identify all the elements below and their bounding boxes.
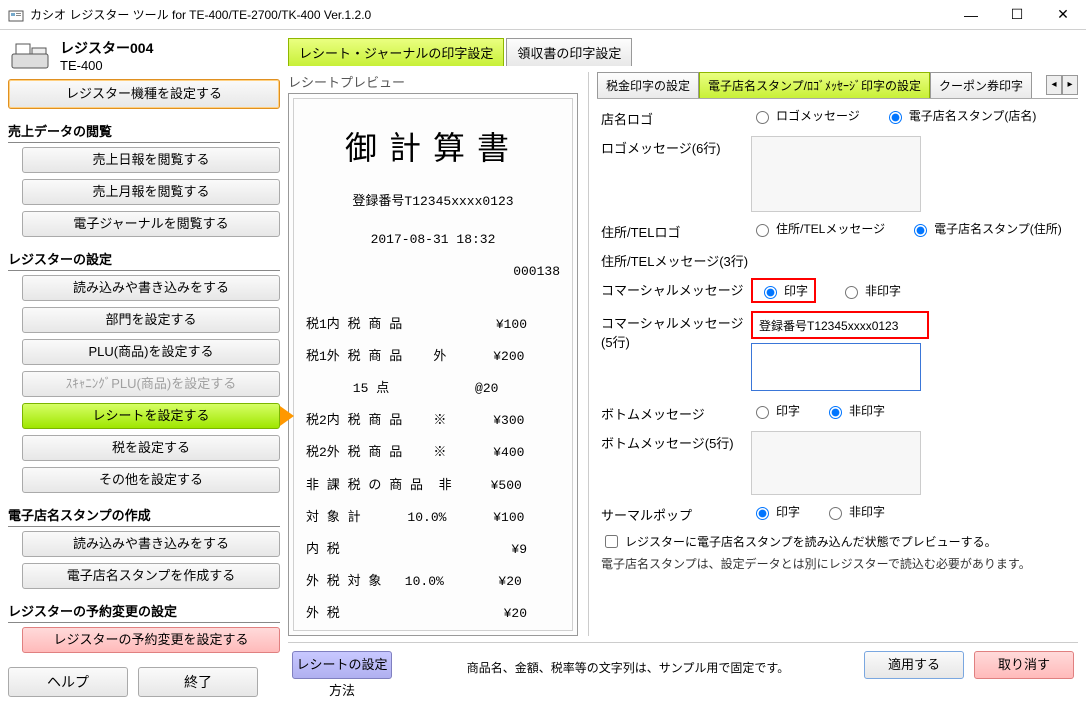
scanplu-button: ｽｷｬﾆﾝｸﾞPLU(商品)を設定する — [22, 371, 280, 397]
receipt-button[interactable]: レシートを設定する — [22, 403, 280, 429]
reserve-button[interactable]: レジスターの予約変更を設定する — [22, 627, 280, 653]
tax-button[interactable]: 税を設定する — [22, 435, 280, 461]
tab-scroll-left[interactable]: ◂ — [1046, 75, 1062, 95]
apply-button[interactable]: 適用する — [864, 651, 964, 679]
set-model-button[interactable]: レジスター機種を設定する — [8, 79, 280, 109]
preview-note: 電子店名スタンプは、設定データとは別にレジスターで読込む必要があります。 — [601, 555, 1074, 572]
radio-commercial-noprint[interactable] — [845, 286, 858, 299]
label-bottom-msg: ボトムメッセージ — [601, 402, 751, 423]
label-store-logo: 店名ロゴ — [601, 107, 751, 128]
monthly-report-button[interactable]: 売上月報を閲覧する — [22, 179, 280, 205]
plu-button[interactable]: PLU(商品)を設定する — [22, 339, 280, 365]
readwrite-button[interactable]: 読み込みや書き込みをする — [22, 275, 280, 301]
section-browse: 売上データの閲覧 — [8, 121, 280, 143]
tab-receipt-slip[interactable]: 領収書の印字設定 — [506, 38, 632, 66]
label-commercial-5: コマーシャルメッセージ(5行) — [601, 311, 751, 351]
section-settings: レジスターの設定 — [8, 249, 280, 271]
label-logo-message-6: ロゴメッセージ(6行) — [601, 136, 751, 157]
radio-bottom-print[interactable] — [756, 406, 769, 419]
preview-checkbox[interactable] — [605, 535, 618, 548]
minimize-button[interactable]: — — [948, 0, 994, 30]
preview-checkbox-label: レジスターに電子店名スタンプを読み込んだ状態でプレビューする。 — [625, 533, 997, 550]
ejournal-button[interactable]: 電子ジャーナルを閲覧する — [22, 211, 280, 237]
label-commercial: コマーシャルメッセージ — [601, 278, 751, 299]
label-thermal: サーマルポップ — [601, 503, 751, 524]
tab-scroll-right[interactable]: ▸ — [1062, 75, 1078, 95]
daily-report-button[interactable]: 売上日報を閲覧する — [22, 147, 280, 173]
radio-addr-stamp[interactable] — [914, 224, 927, 237]
commercial-textarea[interactable] — [751, 343, 921, 391]
radio-thermal-print[interactable] — [756, 507, 769, 520]
radio-logo-message[interactable] — [756, 111, 769, 124]
label-bottom-msg5: ボトムメッセージ(5行) — [601, 431, 751, 452]
window-title: カシオ レジスター ツール for TE-400/TE-2700/TK-400 … — [30, 6, 948, 23]
radio-bottom-noprint[interactable] — [829, 406, 842, 419]
cancel-button[interactable]: 取り消す — [974, 651, 1074, 679]
howto-button[interactable]: レシートの設定方法 — [292, 651, 392, 679]
bottom-message-box — [751, 431, 921, 495]
section-reserve: レジスターの予約変更の設定 — [8, 601, 280, 623]
section-stamp: 電子店名スタンプの作成 — [8, 505, 280, 527]
selected-indicator-icon — [280, 406, 294, 426]
register-icon — [8, 40, 52, 72]
subtab-coupon[interactable]: クーポン券印字 — [930, 72, 1032, 98]
close-button[interactable]: ✕ — [1040, 0, 1086, 30]
radio-thermal-noprint[interactable] — [829, 507, 842, 520]
maximize-button[interactable]: ☐ — [994, 0, 1040, 30]
label-addr-tel: 住所/TELロゴ — [601, 220, 751, 241]
stamp-rw-button[interactable]: 読み込みや書き込みをする — [22, 531, 280, 557]
register-name: レジスター004 — [60, 38, 153, 58]
radio-addr-msg[interactable] — [756, 224, 769, 237]
radio-store-stamp[interactable] — [889, 111, 902, 124]
label-addr-tel-msg3: 住所/TELメッセージ(3行) — [601, 249, 751, 270]
dept-button[interactable]: 部門を設定する — [22, 307, 280, 333]
subtab-stamp[interactable]: 電子店名スタンプ/ﾛｺﾞﾒｯｾｰｼﾞ印字の設定 — [699, 72, 930, 98]
register-model: TE-400 — [60, 58, 153, 73]
help-button[interactable]: ヘルプ — [8, 667, 128, 697]
logo-message-box — [751, 136, 921, 212]
tab-receipt-journal[interactable]: レシート・ジャーナルの印字設定 — [288, 38, 504, 66]
footer-note: 商品名、金額、税率等の文字列は、サンプル用で固定です。 — [402, 659, 854, 676]
preview-label: レシートプレビュー — [288, 72, 578, 91]
subtab-tax[interactable]: 税金印字の設定 — [597, 72, 699, 98]
commercial-input[interactable] — [755, 315, 925, 335]
receipt-preview: 御計算書 登録番号T12345xxxx0123 2017-08-31 18:32… — [293, 98, 573, 631]
radio-commercial-print[interactable] — [764, 286, 777, 299]
other-button[interactable]: その他を設定する — [22, 467, 280, 493]
exit-button[interactable]: 終了 — [138, 667, 258, 697]
stamp-make-button[interactable]: 電子店名スタンプを作成する — [22, 563, 280, 589]
